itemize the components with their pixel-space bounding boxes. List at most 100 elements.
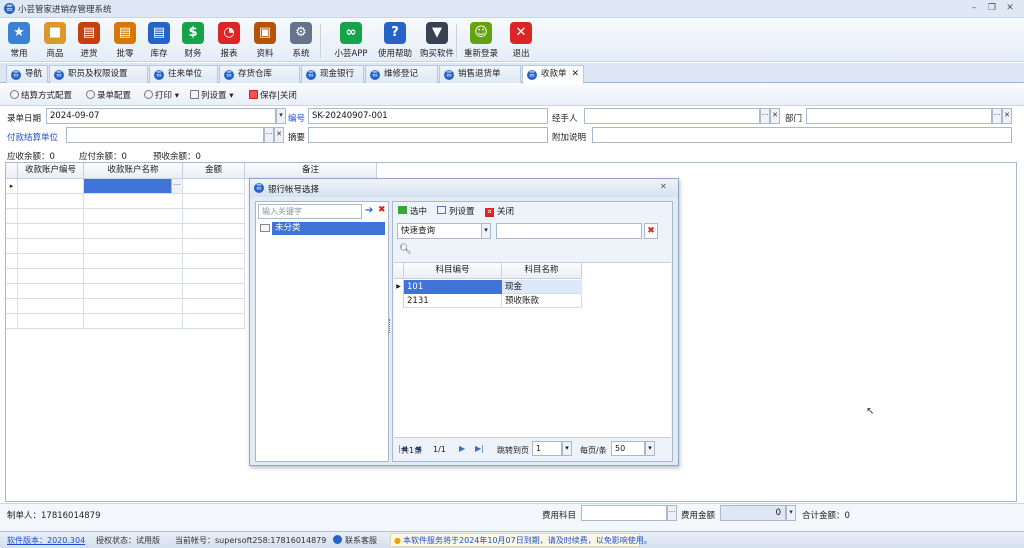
per-page-dropdown-icon[interactable]: ▾ bbox=[645, 441, 655, 456]
grid-cell[interactable] bbox=[18, 179, 84, 194]
restore-icon[interactable]: ❐ bbox=[986, 3, 998, 14]
tab-7[interactable]: 芸收款单 ✕ bbox=[522, 65, 584, 84]
dialog-close-icon[interactable]: ✕ bbox=[660, 182, 667, 191]
toolbar-system-button[interactable]: ⚙ 系统 bbox=[284, 20, 318, 59]
date-field[interactable]: 2024-09-07 bbox=[46, 108, 276, 124]
grid-cell[interactable] bbox=[18, 209, 84, 224]
save-close-button[interactable]: 保存|关闭 bbox=[249, 89, 297, 101]
search-icon[interactable]: 🔍︎ bbox=[399, 244, 412, 255]
grid-cell[interactable] bbox=[183, 254, 245, 269]
toolbar-purchase-button[interactable]: ▤ 进货 bbox=[72, 20, 106, 59]
grid-cell[interactable]: ··· bbox=[84, 179, 183, 194]
tab-4[interactable]: 芸现金银行 bbox=[301, 65, 364, 83]
tab-2[interactable]: 芸往来单位 bbox=[149, 65, 218, 83]
grid-cell[interactable] bbox=[18, 194, 84, 209]
grid-cell[interactable] bbox=[18, 269, 84, 284]
grid-cell[interactable] bbox=[18, 239, 84, 254]
fee-amount-field[interactable]: 0 bbox=[720, 505, 786, 521]
grid-cell[interactable] bbox=[84, 314, 183, 329]
handler-ellipsis-button[interactable]: ··· bbox=[760, 108, 770, 124]
last-page-icon[interactable]: ▶| bbox=[475, 444, 484, 453]
grid-cell[interactable] bbox=[183, 269, 245, 284]
number-field[interactable]: SK-20240907-001 bbox=[308, 108, 548, 124]
subject-code-cell[interactable]: 101 bbox=[404, 280, 502, 294]
cell-ellipsis-button[interactable]: ··· bbox=[171, 179, 182, 193]
grid-cell[interactable] bbox=[18, 284, 84, 299]
dept-ellipsis-button[interactable]: ··· bbox=[992, 108, 1002, 124]
header-subject-name[interactable]: 科目名称 bbox=[502, 263, 582, 279]
subject-name-cell[interactable]: 现金 bbox=[502, 280, 582, 294]
dialog-title-bar[interactable]: 芸 银行帐号选择 ✕ bbox=[250, 179, 678, 197]
grid-cell[interactable] bbox=[84, 269, 183, 284]
toolbar-report-button[interactable]: ◔ 报表 bbox=[212, 20, 246, 59]
payer-clear-icon[interactable]: ✕ bbox=[274, 127, 284, 143]
subject-name-cell[interactable]: 预收账款 bbox=[502, 294, 582, 308]
grid-cell[interactable] bbox=[183, 194, 245, 209]
dept-field[interactable] bbox=[806, 108, 992, 124]
next-page-icon[interactable]: ▶ bbox=[459, 444, 465, 453]
tab-5[interactable]: 芸维修登记 bbox=[365, 65, 438, 83]
handler-field[interactable] bbox=[584, 108, 760, 124]
grid-cell[interactable] bbox=[18, 314, 84, 329]
grid-cell[interactable] bbox=[84, 254, 183, 269]
grid-cell[interactable] bbox=[84, 299, 183, 314]
grid-cell[interactable] bbox=[84, 284, 183, 299]
per-page-field[interactable]: 50 bbox=[611, 441, 645, 456]
expiry-notice[interactable]: ● 本软件服务将于2024年10月07日到期，请及时续费，以免影响使用。 bbox=[394, 535, 652, 546]
select-button[interactable]: 选中 bbox=[398, 205, 427, 217]
subject-code-cell[interactable]: 2131 bbox=[404, 294, 502, 308]
clear-keyword-icon[interactable]: ✖ bbox=[378, 205, 388, 217]
grid-header-amount[interactable]: 金额 bbox=[183, 163, 245, 179]
grid-cell[interactable] bbox=[84, 194, 183, 209]
jump-page-field[interactable]: 1 bbox=[532, 441, 562, 456]
toolbar-box-button[interactable]: ■ 商品 bbox=[38, 20, 72, 59]
settle-config-button[interactable]: 结算方式配置 bbox=[10, 89, 72, 101]
toolbar-data-button[interactable]: ▣ 资料 bbox=[248, 20, 282, 59]
doc-config-button[interactable]: 录单配置 bbox=[86, 89, 131, 101]
tab-6[interactable]: 芸销售退货单 bbox=[439, 65, 521, 83]
clear-query-icon[interactable]: ✖ bbox=[644, 223, 658, 239]
dialog-close-button[interactable]: ✕ 关闭 bbox=[485, 205, 514, 217]
tab-3[interactable]: 芸存货仓库 bbox=[219, 65, 300, 83]
grid-cell[interactable] bbox=[183, 314, 245, 329]
tab-1[interactable]: 芸职员及权限设置 bbox=[49, 65, 148, 83]
tab-0[interactable]: 芸导航 bbox=[6, 65, 48, 83]
toolbar-inventory-button[interactable]: ▤ 库存 bbox=[142, 20, 176, 59]
summary-field[interactable] bbox=[308, 127, 548, 143]
jump-page-dropdown-icon[interactable]: ▾ bbox=[562, 441, 572, 456]
fee-subject-field[interactable] bbox=[581, 505, 667, 521]
toolbar-help-button[interactable]: ? 使用帮助 bbox=[374, 20, 416, 59]
toolbar-exit-button[interactable]: ✕ 退出 bbox=[504, 20, 538, 59]
query-text-input[interactable] bbox=[496, 223, 642, 239]
handler-clear-icon[interactable]: ✕ bbox=[770, 108, 780, 124]
search-arrow-icon[interactable]: ➔ bbox=[365, 205, 376, 217]
support-button[interactable]: 联系客服 bbox=[333, 535, 377, 546]
grid-cell[interactable] bbox=[183, 224, 245, 239]
date-dropdown-icon[interactable]: ▾ bbox=[276, 108, 286, 124]
toolbar-star-button[interactable]: ★ 常用 bbox=[2, 20, 36, 59]
fee-subject-ellipsis-button[interactable]: ··· bbox=[667, 505, 677, 521]
fee-amount-dropdown-icon[interactable]: ▾ bbox=[786, 505, 796, 521]
query-mode-dropdown-icon[interactable]: ▾ bbox=[481, 223, 491, 239]
grid-cell[interactable] bbox=[18, 299, 84, 314]
close-window-icon[interactable]: ✕ bbox=[1004, 3, 1016, 14]
tab-close-icon[interactable]: ✕ bbox=[571, 66, 579, 83]
print-button[interactable]: 打印 ▾ bbox=[144, 89, 179, 101]
toolbar-finance-button[interactable]: $ 财务 bbox=[176, 20, 210, 59]
dialog-columns-button[interactable]: 列设置 bbox=[437, 205, 475, 217]
grid-cell[interactable] bbox=[183, 284, 245, 299]
grid-cell[interactable] bbox=[18, 224, 84, 239]
grid-cell[interactable] bbox=[183, 209, 245, 224]
grid-cell[interactable] bbox=[84, 224, 183, 239]
toolbar-relogin-button[interactable]: ☺ 重新登录 bbox=[464, 20, 498, 59]
grid-cell[interactable] bbox=[183, 299, 245, 314]
toolbar-cart-button[interactable]: ▼ 购买软件 bbox=[416, 20, 458, 59]
grid-cell[interactable] bbox=[84, 239, 183, 254]
payer-ellipsis-button[interactable]: ··· bbox=[264, 127, 274, 143]
minimize-icon[interactable]: – bbox=[968, 3, 980, 14]
version-link[interactable]: 软件版本：2020.304 bbox=[7, 535, 85, 546]
toolbar-wholesale-button[interactable]: ▤ 批零 bbox=[108, 20, 142, 59]
grid-header-remark[interactable]: 备注 bbox=[245, 163, 377, 179]
note-field[interactable] bbox=[592, 127, 1012, 143]
dept-clear-icon[interactable]: ✕ bbox=[1002, 108, 1012, 124]
